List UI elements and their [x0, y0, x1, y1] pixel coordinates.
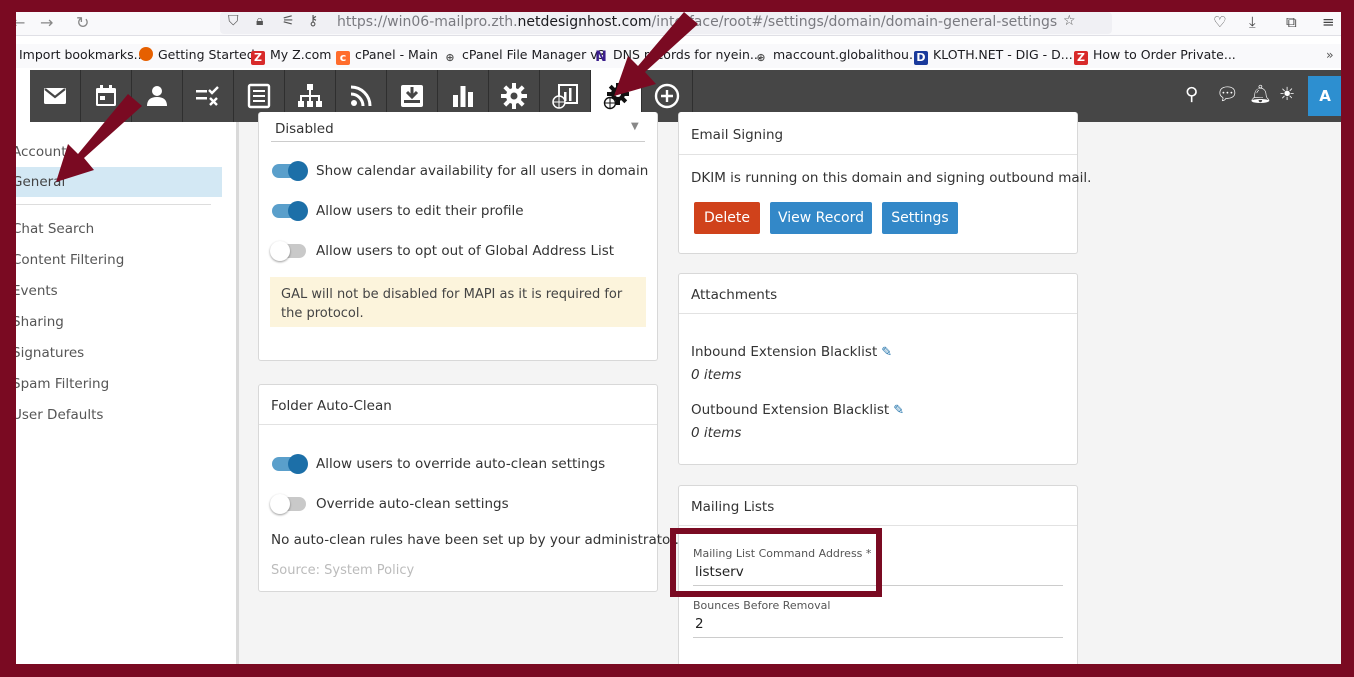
gal-dropdown[interactable]: Disabled — [275, 121, 334, 137]
settings-button[interactable]: Settings — [882, 202, 958, 234]
toggle-label: Override auto-clean settings — [316, 496, 509, 512]
card-divider — [679, 313, 1077, 314]
dkim-status: DKIM is running on this domain and signi… — [691, 170, 1092, 186]
url-toolbar: ← → ↻ ⛉ 🔒︎ ⚟ ⚷ https://win06-mailpro.zth… — [16, 12, 1341, 36]
pocket-icon[interactable]: ♡ — [1213, 13, 1226, 31]
extensions-icon[interactable]: ⧉ — [1286, 13, 1297, 31]
email-signing-card: Email Signing DKIM is running on this do… — [678, 112, 1091, 254]
url-text: https://win06-mailpro.zth.netdesignhost.… — [337, 14, 1058, 30]
search-icon[interactable]: ⚲ — [1185, 84, 1198, 105]
contacts-icon[interactable] — [132, 70, 183, 122]
inbound-blacklist-link[interactable]: Inbound Extension Blacklist ✎ — [691, 344, 892, 360]
notification-bell-icon[interactable]: 🔔︎ — [1249, 84, 1272, 105]
toggle-label: Allow users to edit their profile — [316, 203, 524, 219]
card-divider — [259, 424, 657, 425]
gal-notice: GAL will not be disabled for MAPI as it … — [270, 277, 646, 327]
bookmark-item[interactable]: ⊕ maccount.globalithou... — [754, 47, 920, 65]
reload-icon[interactable]: ↻ — [76, 12, 89, 34]
policy-source: Source: System Policy — [271, 563, 415, 578]
n-icon: N — [595, 49, 607, 65]
chevron-down-icon[interactable]: ▼ — [631, 121, 639, 132]
inbound-count: 0 items — [691, 367, 742, 383]
chat-icon[interactable]: 💬︎ — [1216, 84, 1239, 105]
delete-button[interactable]: Delete — [694, 202, 760, 234]
bookmark-item[interactable]: N DNS records for nyein... — [594, 47, 762, 64]
edit-pencil-icon[interactable]: ✎ — [881, 345, 892, 360]
sidebar-item-accounts[interactable]: Accounts — [16, 137, 222, 167]
outbound-count: 0 items — [691, 425, 742, 441]
sidebar-item-chat-search[interactable]: Chat Search — [16, 214, 222, 244]
user-options-card: Disabled ▼ Show calendar availability fo… — [258, 112, 658, 361]
browser-window: ← → ↻ ⛉ 🔒︎ ⚟ ⚷ https://win06-mailpro.zth… — [16, 12, 1341, 664]
card-title: Mailing Lists — [691, 499, 775, 515]
permissions-icon: ⚟ — [282, 13, 295, 29]
edit-pencil-icon[interactable]: ✎ — [893, 403, 904, 418]
mail-icon[interactable] — [30, 70, 81, 122]
sidebar-divider — [16, 204, 211, 205]
annotation-highlight-box — [670, 528, 882, 597]
dropdown-underline — [271, 141, 645, 142]
attachments-card: Attachments Inbound Extension Blacklist ✎… — [678, 273, 1078, 465]
settings-sidebar: Accounts General Chat Search Content Fil… — [16, 122, 239, 664]
theme-sun-icon[interactable]: ☀ — [1279, 84, 1295, 105]
tasks-icon[interactable] — [183, 70, 234, 122]
firefox-icon — [139, 47, 153, 61]
toggle-label: Allow users to override auto-clean setti… — [316, 456, 606, 472]
override-auto-clean-allowed-toggle[interactable] — [272, 454, 308, 474]
outbound-blacklist-link[interactable]: Outbound Extension Blacklist ✎ — [691, 402, 904, 418]
menu-icon[interactable]: ≡ — [1322, 13, 1335, 31]
sidebar-item-content-filtering[interactable]: Content Filtering — [16, 245, 222, 275]
download-icon[interactable]: ⤓ — [1249, 13, 1256, 31]
sidebar-item-spam-filtering[interactable]: Spam Filtering — [16, 369, 222, 399]
cpanel-icon: c — [336, 51, 350, 65]
input-underline — [693, 637, 1063, 638]
globe-icon: ⊕ — [445, 51, 455, 64]
calendar-icon[interactable] — [81, 70, 132, 122]
calendar-availability-toggle[interactable] — [272, 161, 308, 181]
toggle-label: Show calendar availability for all users… — [316, 163, 649, 179]
folder-auto-clean-card: Folder Auto-Clean Allow users to overrid… — [258, 384, 679, 592]
card-title: Attachments — [691, 287, 778, 303]
bookmark-item[interactable]: D KLOTH.NET - DIG - D... — [914, 47, 1073, 65]
bookmarks-bar: Import bookmarks... Getting Started Z My … — [16, 44, 1341, 68]
sidebar-item-events[interactable]: Events — [16, 276, 222, 306]
bookmark-item[interactable]: Z My Z.com — [251, 47, 331, 65]
sidebar-item-sharing[interactable]: Sharing — [16, 307, 222, 337]
bounces-input[interactable]: 2 — [695, 616, 704, 632]
forward-icon[interactable]: → — [40, 12, 53, 34]
card-divider — [679, 525, 1077, 526]
avatar[interactable]: A — [1308, 76, 1341, 116]
bookmark-item[interactable]: Import bookmarks... — [19, 47, 146, 62]
bounces-label: Bounces Before Removal — [693, 599, 831, 612]
edit-profile-toggle[interactable] — [272, 201, 308, 221]
card-title: Folder Auto-Clean — [271, 398, 392, 414]
bookmark-item[interactable]: Getting Started — [139, 47, 255, 62]
card-title: Email Signing — [691, 127, 784, 143]
bookmark-item[interactable]: ⊕ cPanel File Manager v3 — [443, 47, 605, 65]
override-auto-clean-toggle[interactable] — [270, 494, 306, 514]
gal-opt-out-toggle[interactable] — [270, 241, 306, 261]
bookmark-item[interactable]: c cPanel - Main — [336, 47, 438, 65]
address-bar[interactable]: ⛉ 🔒︎ ⚟ ⚷ https://win06-mailpro.zth.netde… — [220, 12, 1112, 34]
auto-clean-message: No auto-clean rules have been set up by … — [271, 532, 679, 548]
shield-icon: ⛉ — [228, 13, 239, 29]
more-bookmarks-icon[interactable]: » — [1326, 47, 1334, 62]
kloth-icon: D — [914, 51, 928, 65]
back-icon[interactable]: ← — [16, 12, 25, 34]
sidebar-item-signatures[interactable]: Signatures — [16, 338, 222, 368]
sidebar-item-user-defaults[interactable]: User Defaults — [16, 400, 222, 430]
globe-icon: ⊕ — [756, 51, 766, 64]
lock-icon: 🔒︎ — [256, 13, 264, 29]
bookmark-item[interactable]: Z How to Order Private... — [1074, 47, 1236, 65]
z-icon: Z — [251, 51, 265, 65]
card-divider — [679, 154, 1077, 155]
z-icon: Z — [1074, 51, 1088, 65]
sidebar-item-general[interactable]: General — [16, 167, 222, 197]
key-icon: ⚷ — [308, 13, 319, 29]
bookmark-star-icon[interactable]: ☆ — [1063, 13, 1076, 29]
toggle-label: Allow users to opt out of Global Address… — [316, 243, 615, 259]
view-record-button[interactable]: View Record — [770, 202, 872, 234]
